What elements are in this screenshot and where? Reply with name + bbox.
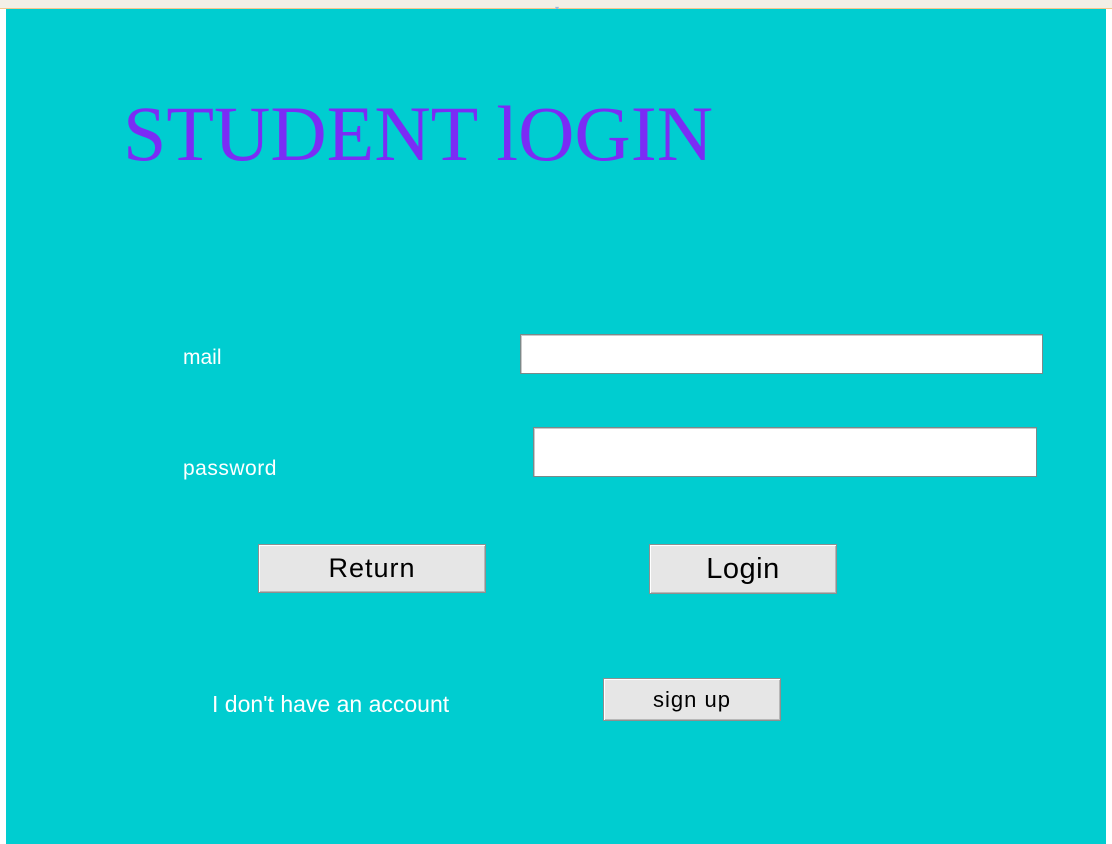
mail-label: mail bbox=[183, 346, 222, 369]
login-window: STUDENT lOGIN mail password Return Login… bbox=[6, 9, 1106, 844]
login-button[interactable]: Login bbox=[649, 544, 837, 594]
mail-input[interactable] bbox=[520, 334, 1043, 374]
return-button[interactable]: Return bbox=[258, 544, 486, 593]
sign-up-button[interactable]: sign up bbox=[603, 678, 781, 721]
page-title: STUDENT lOGIN bbox=[123, 90, 714, 177]
password-label: password bbox=[183, 457, 277, 480]
password-input[interactable] bbox=[533, 427, 1037, 477]
no-account-label: I don't have an account bbox=[212, 691, 450, 717]
